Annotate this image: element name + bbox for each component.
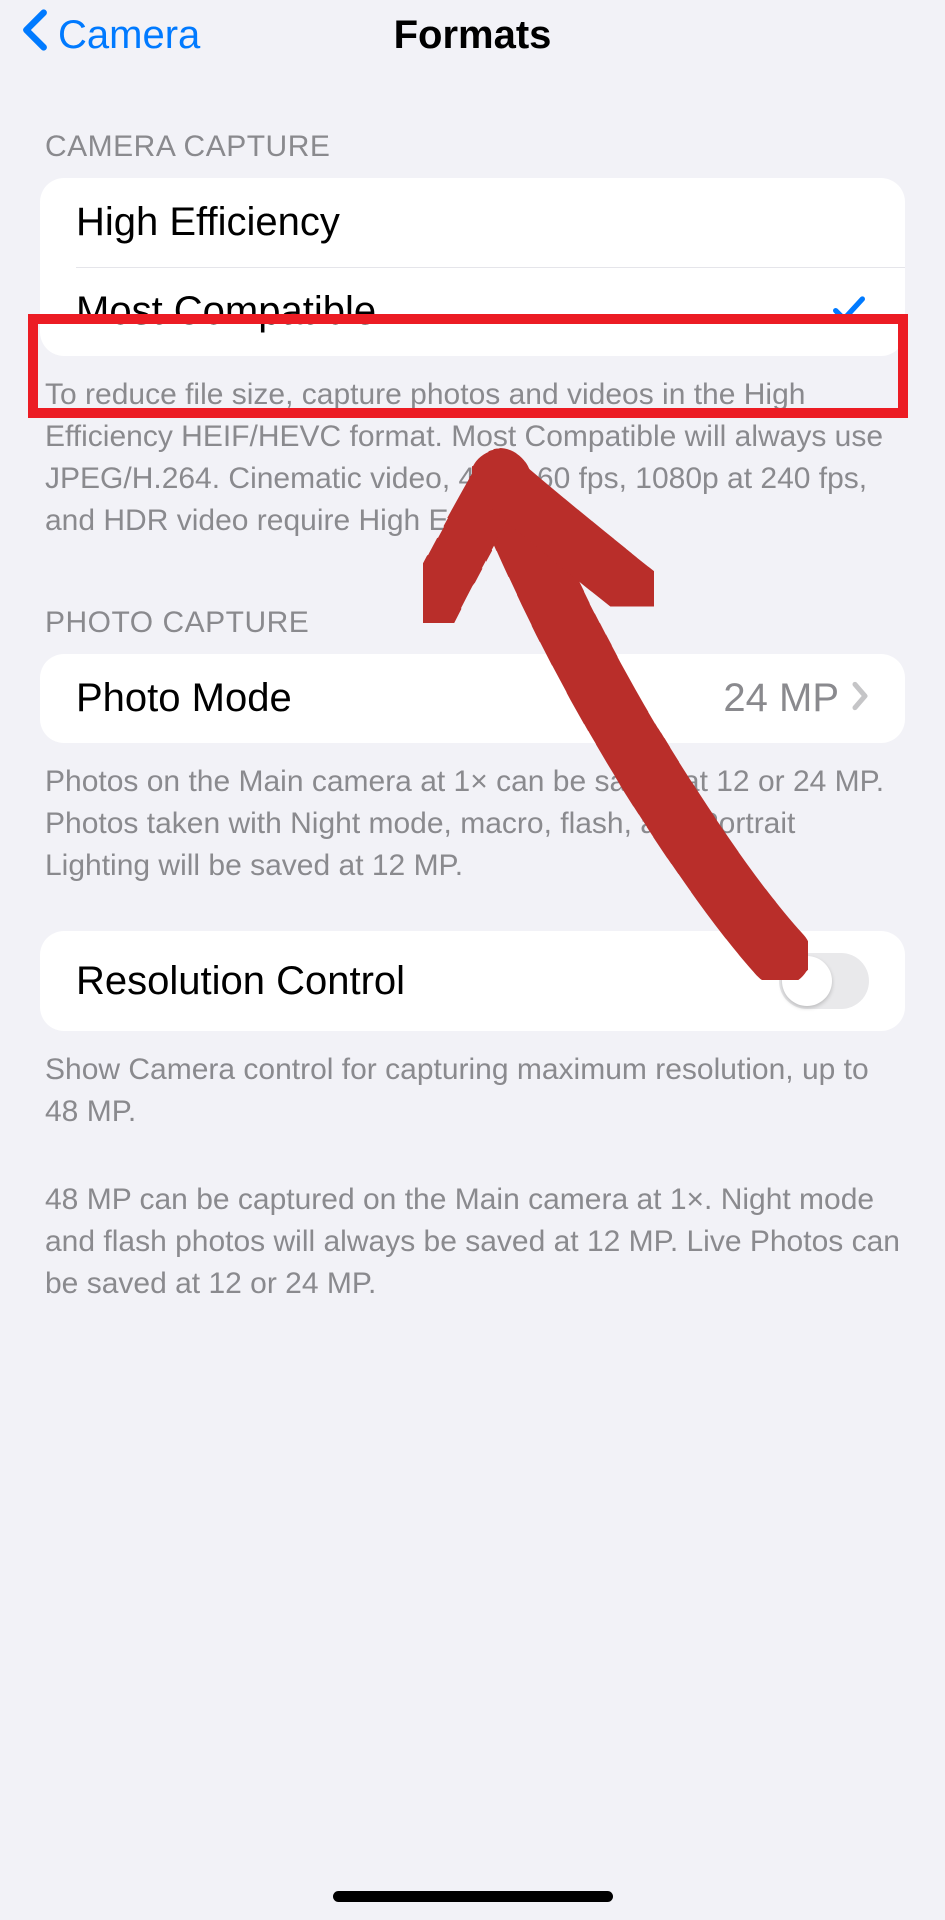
camera-capture-group: High Efficiency Most Compatible xyxy=(40,178,905,356)
chevron-left-icon xyxy=(22,8,58,62)
high-efficiency-label: High Efficiency xyxy=(76,200,340,245)
resolution-footer-1: Show Camera control for capturing maximu… xyxy=(0,1031,945,1137)
resolution-footer-2: 48 MP can be captured on the Main camera… xyxy=(0,1137,945,1309)
back-label: Camera xyxy=(58,13,200,58)
most-compatible-row[interactable]: Most Compatible xyxy=(40,267,905,356)
page-title: Formats xyxy=(394,13,552,58)
resolution-control-label: Resolution Control xyxy=(76,959,405,1004)
toggle-knob xyxy=(782,956,832,1006)
photo-mode-value: 24 MP xyxy=(723,676,839,721)
resolution-control-toggle[interactable] xyxy=(779,953,869,1009)
checkmark-icon xyxy=(829,289,869,334)
back-button[interactable]: Camera xyxy=(22,8,200,62)
photo-mode-row[interactable]: Photo Mode 24 MP xyxy=(40,654,905,743)
resolution-control-row[interactable]: Resolution Control xyxy=(40,931,905,1031)
chevron-right-icon xyxy=(851,676,869,721)
navigation-bar: Camera Formats xyxy=(0,0,945,70)
camera-capture-footer: To reduce file size, capture photos and … xyxy=(0,356,945,546)
photo-mode-value-wrap: 24 MP xyxy=(723,676,869,721)
photo-mode-label: Photo Mode xyxy=(76,676,292,721)
section-header-camera-capture: CAMERA CAPTURE xyxy=(0,70,945,178)
content-area: CAMERA CAPTURE High Efficiency Most Comp… xyxy=(0,70,945,1309)
most-compatible-label: Most Compatible xyxy=(76,289,376,334)
resolution-group: Resolution Control xyxy=(40,931,905,1031)
photo-capture-footer: Photos on the Main camera at 1× can be s… xyxy=(0,743,945,891)
photo-capture-group: Photo Mode 24 MP xyxy=(40,654,905,743)
section-header-photo-capture: PHOTO CAPTURE xyxy=(0,546,945,654)
home-indicator[interactable] xyxy=(333,1891,613,1902)
high-efficiency-row[interactable]: High Efficiency xyxy=(40,178,905,267)
